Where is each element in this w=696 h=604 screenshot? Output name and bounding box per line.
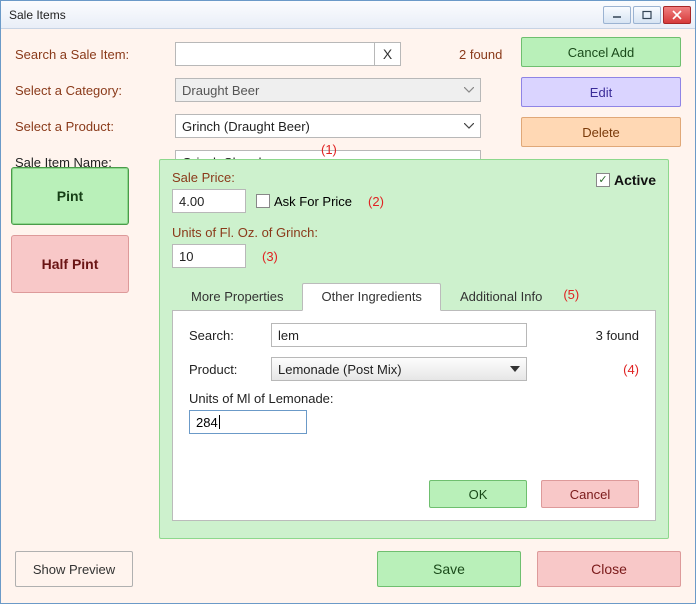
annotation-1: (1) <box>321 142 337 157</box>
active-row: Active <box>596 172 656 188</box>
cancel-add-button[interactable]: Cancel Add <box>521 37 681 67</box>
ingredient-buttons: OK Cancel <box>429 480 639 508</box>
cancel-button[interactable]: Cancel <box>541 480 639 508</box>
ingredient-search-row: Search: 3 found <box>189 323 639 347</box>
tab-additional-info[interactable]: Additional Info <box>441 283 561 311</box>
tabs: More Properties Other Ingredients Additi… <box>172 282 656 311</box>
product-select[interactable]: Grinch (Draught Beer) <box>175 114 481 138</box>
product-value: Grinch (Draught Beer) <box>182 119 310 134</box>
category-select[interactable]: Draught Beer <box>175 78 481 102</box>
ingredient-product-row: Product: Lemonade (Post Mix) (4) <box>189 357 639 381</box>
pint-button[interactable]: Pint <box>11 167 129 225</box>
half-pint-button[interactable]: Half Pint <box>11 235 129 293</box>
bottom-bar: Show Preview Save Close <box>15 549 681 589</box>
ingredient-search-label: Search: <box>189 328 271 343</box>
active-checkbox[interactable] <box>596 173 610 187</box>
close-window-button[interactable] <box>663 6 691 24</box>
tab-other-ingredients[interactable]: Other Ingredients <box>302 283 440 311</box>
chevron-down-icon <box>508 362 522 376</box>
sale-price-input[interactable] <box>172 189 246 213</box>
sale-price-label: Sale Price: <box>172 170 596 185</box>
category-value: Draught Beer <box>182 83 259 98</box>
ask-for-price-row: Ask For Price <box>256 194 352 209</box>
tab-body: Search: 3 found Product: Lemonade (Post … <box>172 311 656 521</box>
delete-button[interactable]: Delete <box>521 117 681 147</box>
maximize-button[interactable] <box>633 6 661 24</box>
ingredient-found-count: 3 found <box>596 328 639 343</box>
ingredient-search-input[interactable] <box>271 323 527 347</box>
tab-more-properties[interactable]: More Properties <box>172 283 302 311</box>
window-controls <box>603 6 691 24</box>
clear-search-button[interactable]: X <box>374 43 400 65</box>
ingredient-product-select[interactable]: Lemonade (Post Mix) <box>271 357 527 381</box>
product-label: Select a Product: <box>15 119 175 134</box>
price-section: Sale Price: Ask For Price (2) Active <box>172 170 656 213</box>
show-preview-button[interactable]: Show Preview <box>15 551 133 587</box>
units-input[interactable] <box>172 244 246 268</box>
action-buttons: Cancel Add Edit Delete <box>521 37 681 147</box>
ingredient-product-label: Product: <box>189 362 271 377</box>
edit-button[interactable]: Edit <box>521 77 681 107</box>
chevron-down-icon <box>462 83 476 97</box>
details-panel: Sale Price: Ask For Price (2) Active <box>159 159 669 539</box>
close-button[interactable]: Close <box>537 551 681 587</box>
minimize-button[interactable] <box>603 6 631 24</box>
window-title: Sale Items <box>9 8 603 22</box>
size-buttons: Pint Half Pint <box>11 167 129 293</box>
save-button[interactable]: Save <box>377 551 521 587</box>
search-input-wrap: X <box>175 42 401 66</box>
chevron-down-icon <box>462 119 476 133</box>
active-label: Active <box>614 172 656 188</box>
sale-items-window: Sale Items Cancel Add Edit Delete Search… <box>0 0 696 604</box>
units-label: Units of Fl. Oz. of Grinch: <box>172 225 656 240</box>
titlebar: Sale Items <box>1 1 695 29</box>
search-input[interactable] <box>176 43 374 65</box>
search-found-count: 2 found <box>459 47 502 62</box>
category-label: Select a Category: <box>15 83 175 98</box>
ingredient-product-value: Lemonade (Post Mix) <box>278 362 402 377</box>
ingredient-units-label: Units of Ml of Lemonade: <box>189 391 639 406</box>
annotation-4: (4) <box>623 362 639 377</box>
annotation-3: (3) <box>262 249 278 264</box>
window-body: Cancel Add Edit Delete Search a Sale Ite… <box>1 29 695 603</box>
search-label: Search a Sale Item: <box>15 47 175 62</box>
text-cursor-icon <box>219 415 220 429</box>
ok-button[interactable]: OK <box>429 480 527 508</box>
annotation-2: (2) <box>368 194 384 209</box>
annotation-5: (5) <box>561 282 579 310</box>
ask-for-price-checkbox[interactable] <box>256 194 270 208</box>
ingredient-units-value: 284 <box>196 415 218 430</box>
ask-for-price-label: Ask For Price <box>274 194 352 209</box>
ingredient-units-input[interactable]: 284 <box>189 410 307 434</box>
